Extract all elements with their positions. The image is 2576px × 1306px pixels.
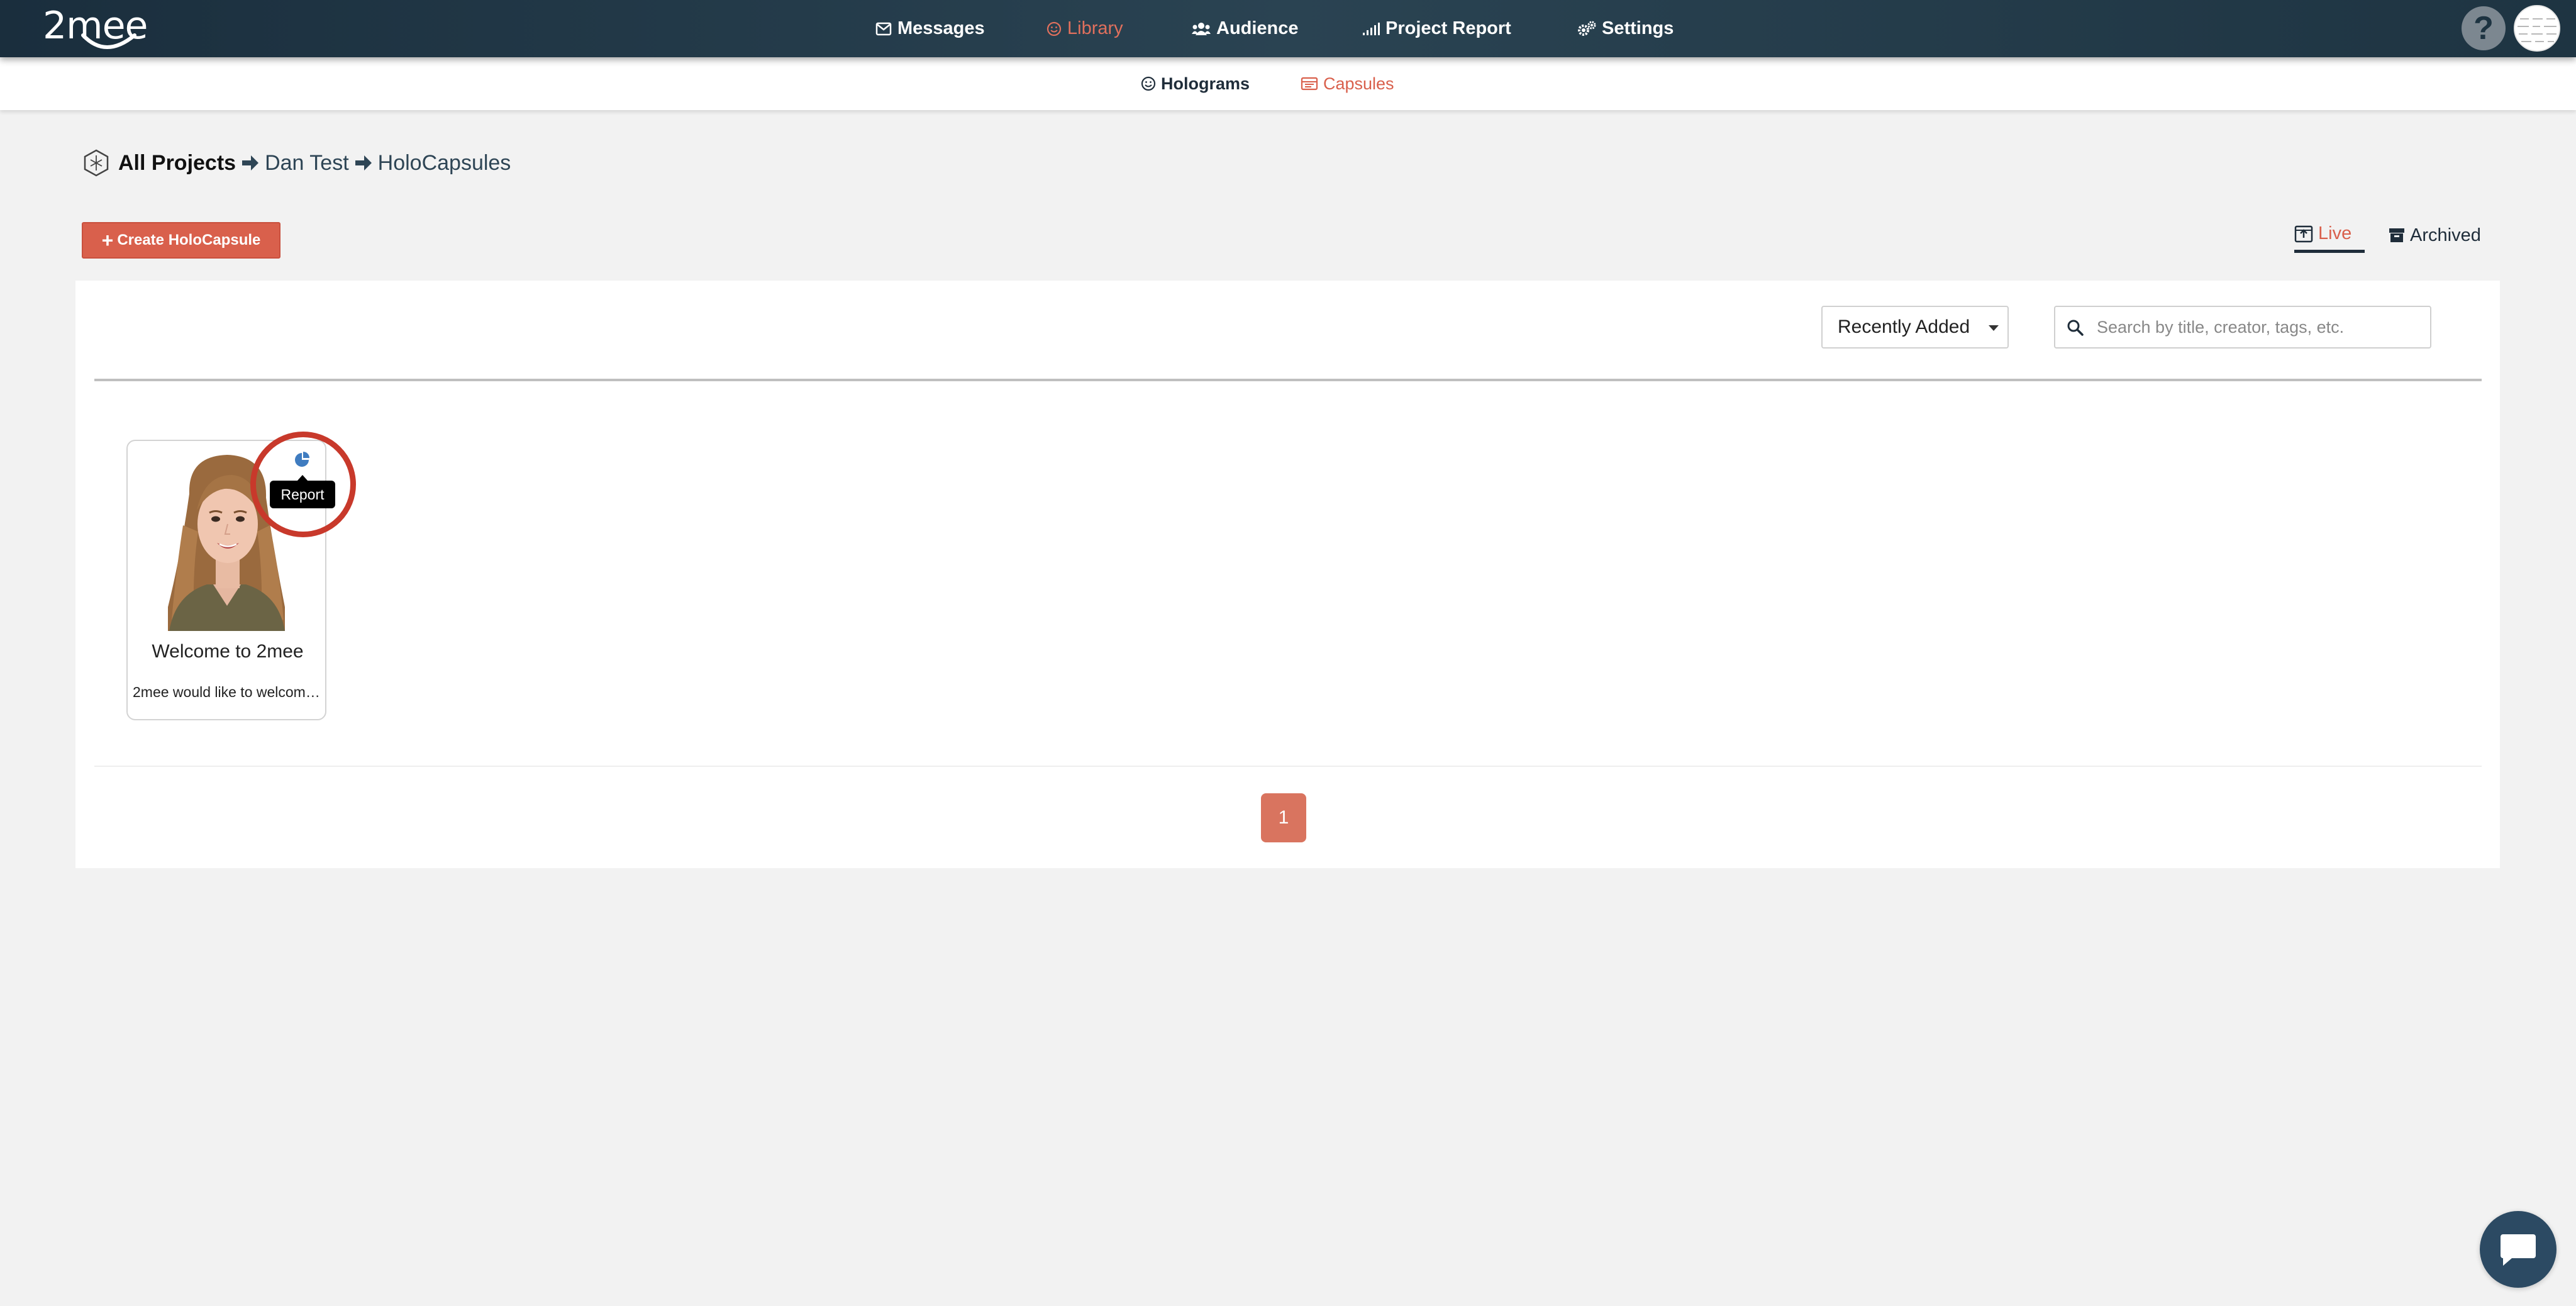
nav-project-report-label: Project Report [1385, 18, 1511, 38]
pagination-page-1[interactable]: 1 [1261, 793, 1306, 842]
chat-button[interactable] [2480, 1211, 2557, 1288]
breadcrumb-project[interactable]: Dan Test [265, 151, 349, 176]
tab-live[interactable]: Live [2294, 218, 2365, 253]
projects-hexagon-icon[interactable] [82, 148, 111, 177]
search-icon [2067, 320, 2084, 336]
sort-selected-value: Recently Added [1838, 316, 1970, 337]
nav-settings-label: Settings [1602, 18, 1674, 38]
help-icon[interactable]: ? [2462, 6, 2506, 50]
gears-icon [1578, 21, 1596, 36]
subnav-capsules-label: Capsules [1323, 74, 1394, 93]
nav-audience[interactable]: Audience [1192, 0, 1299, 57]
nav-project-report[interactable]: Project Report [1362, 0, 1511, 57]
caret-down-icon [1989, 325, 1999, 331]
create-holocapsule-button[interactable]: + Create HoloCapsule [82, 222, 280, 259]
capsule-title: Welcome to 2mee [152, 641, 304, 662]
capsule-icon [1301, 77, 1318, 91]
tab-live-label: Live [2318, 223, 2352, 243]
smile-icon [1046, 21, 1062, 36]
capsule-card[interactable]: Welcome to 2mee 2mee would like to welco… [126, 432, 356, 720]
archive-box-icon [2389, 228, 2404, 242]
user-avatar[interactable] [2514, 5, 2560, 52]
nav-settings[interactable]: Settings [1577, 0, 1674, 57]
chat-bubble-icon [2501, 1234, 2536, 1266]
library-subnav: Holograms Capsules [0, 57, 2576, 110]
subnav-capsules[interactable]: Capsules [1301, 57, 1394, 110]
nav-library[interactable]: Library [1046, 0, 1123, 57]
arrow-right-icon [355, 155, 372, 170]
top-navbar: 2mee Messages Library Audience Project R… [0, 0, 2576, 57]
plus-icon: + [101, 229, 114, 252]
sort-dropdown[interactable]: Recently Added [1821, 306, 2009, 349]
nav-messages-label: Messages [897, 18, 985, 38]
smile-icon [1141, 76, 1156, 91]
upload-box-icon [2294, 225, 2313, 242]
subnav-holograms-label: Holograms [1161, 74, 1250, 93]
avatar-pattern-icon [2518, 18, 2557, 42]
divider [94, 379, 2482, 381]
breadcrumb: All Projects Dan Test HoloCapsules [82, 146, 511, 180]
search-input[interactable] [2097, 311, 2424, 343]
create-holocapsule-label: Create HoloCapsule [117, 232, 261, 248]
nav-audience-label: Audience [1216, 18, 1299, 38]
capsule-description: 2mee would like to welcome you to Holoca… [133, 684, 321, 700]
nav-library-label: Library [1067, 18, 1123, 38]
breadcrumb-section[interactable]: HoloCapsules [378, 151, 511, 176]
arrow-right-icon [242, 155, 259, 170]
logo-smile-icon [81, 33, 136, 49]
capsules-panel: Recently Added Search by title, creator,… [75, 281, 2500, 868]
breadcrumb-all-projects[interactable]: All Projects [118, 151, 236, 176]
tab-archived[interactable]: Archived [2389, 218, 2481, 253]
divider [94, 766, 2482, 767]
brand-logo[interactable]: 2mee [43, 4, 148, 54]
signal-bars-icon [1363, 22, 1380, 35]
envelope-icon [875, 22, 892, 35]
highlight-ring [250, 432, 356, 537]
users-icon [1192, 22, 1211, 35]
subnav-holograms[interactable]: Holograms [1141, 57, 1250, 110]
tab-archived-label: Archived [2410, 225, 2481, 245]
search-box[interactable] [2054, 306, 2431, 349]
nav-messages[interactable]: Messages [875, 0, 985, 57]
